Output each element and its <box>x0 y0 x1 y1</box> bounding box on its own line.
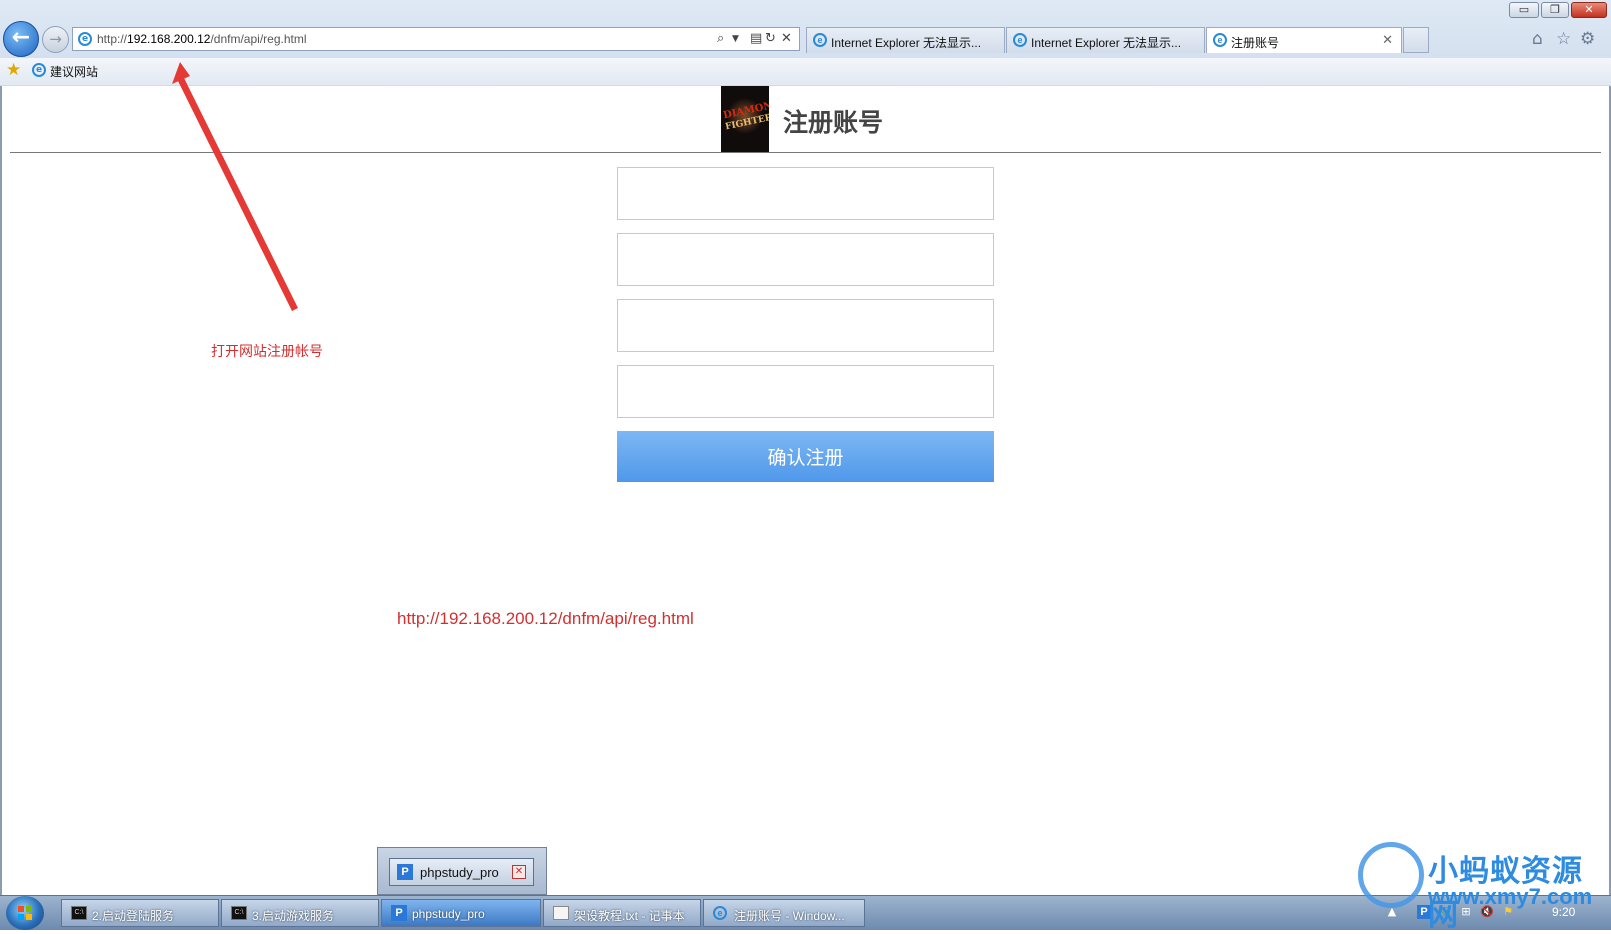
watermark-url: www.xmy7.com <box>1428 884 1593 909</box>
taskbar-thumbnail-popup[interactable]: P phpstudy_pro ✕ <box>377 847 547 895</box>
minimize-button[interactable]: ▭ <box>1509 2 1539 18</box>
phpstudy-icon: P <box>391 905 407 921</box>
forward-arrow-icon: → <box>49 30 62 48</box>
close-window-button[interactable]: ✕ <box>1571 2 1607 18</box>
tab-label: 注册账号 <box>1231 36 1280 50</box>
suggested-sites-icon: e <box>32 63 46 77</box>
task-label: 3.启动游戏服务 <box>252 909 335 923</box>
title-bar: ▭ ❐ ✕ <box>0 0 1611 20</box>
taskbar-item-game-service[interactable]: C:\ 3.启动游戏服务 <box>221 899 379 927</box>
refresh-icon[interactable]: ↻ <box>765 31 776 46</box>
page-title: 注册账号 <box>783 108 884 137</box>
favorites-bar: ★ e 建议网站 <box>0 58 1611 85</box>
cmd-icon: C:\ <box>231 906 247 920</box>
windows-logo-icon <box>18 906 32 920</box>
extra-field[interactable] <box>617 365 994 418</box>
address-bar[interactable]: e http://192.168.200.12/dnfm/api/reg.htm… <box>72 27 800 51</box>
compatibility-view-icon[interactable]: ▤ <box>750 31 762 46</box>
suggested-sites-link[interactable]: 建议网站 <box>50 63 98 80</box>
task-label: 注册账号 - Window... <box>734 909 845 923</box>
home-icon[interactable]: ⌂ <box>1532 29 1543 49</box>
tab-ie-error-2[interactable]: e Internet Explorer 无法显示... <box>1006 27 1205 53</box>
ie-page-icon: e <box>78 32 92 46</box>
add-favorites-icon[interactable]: ★ <box>6 60 21 80</box>
url-prefix: http:// <box>97 32 128 46</box>
username-field[interactable] <box>617 167 994 220</box>
stop-icon[interactable]: ✕ <box>781 31 792 46</box>
ie-tab-icon: e <box>813 33 827 47</box>
confirm-register-button[interactable]: 确认注册 <box>617 431 994 482</box>
confirm-password-field[interactable] <box>617 299 994 352</box>
address-url[interactable]: http://192.168.200.12/dnfm/api/reg.html <box>97 32 307 46</box>
tab-ie-error-1[interactable]: e Internet Explorer 无法显示... <box>806 27 1005 53</box>
ie-icon: e <box>713 906 727 920</box>
dropdown-chevron-icon[interactable]: ▼ <box>732 34 739 44</box>
watermark-logo <box>1358 842 1424 908</box>
start-button[interactable] <box>6 896 44 930</box>
taskbar-item-login-service[interactable]: C:\ 2.启动登陆服务 <box>61 899 219 927</box>
notepad-icon <box>553 906 569 920</box>
gear-icon[interactable]: ⚙ <box>1580 29 1595 49</box>
annotation-note: 打开网站注册帐号 <box>211 344 323 360</box>
task-label: 架设教程.txt - 记事本 <box>574 909 685 923</box>
thumbnail-item[interactable]: P phpstudy_pro ✕ <box>389 858 534 886</box>
url-path: /dnfm/api/reg.html <box>210 32 307 46</box>
taskbar-item-ie-register[interactable]: e 注册账号 - Window... <box>703 899 865 927</box>
phpstudy-icon: P <box>397 864 413 880</box>
tab-close-icon[interactable]: ✕ <box>1382 32 1393 48</box>
back-button[interactable]: ← <box>3 21 39 57</box>
thumbnail-close-icon[interactable]: ✕ <box>512 865 526 879</box>
ie-tab-icon: e <box>1013 33 1027 47</box>
url-host: 192.168.200.12 <box>127 32 211 46</box>
ie-tab-icon: e <box>1213 33 1227 47</box>
game-logo: DIAMOND FIGHTER <box>721 86 769 152</box>
favorites-star-icon[interactable]: ☆ <box>1556 29 1571 49</box>
password-field[interactable] <box>617 233 994 286</box>
task-label: 2.启动登陆服务 <box>92 909 175 923</box>
thumbnail-label: phpstudy_pro <box>420 865 499 880</box>
taskbar-item-phpstudy[interactable]: P phpstudy_pro <box>381 899 541 927</box>
forward-button[interactable]: → <box>42 26 69 53</box>
search-icon[interactable]: ⌕ <box>717 31 724 46</box>
restore-button[interactable]: ❐ <box>1541 2 1569 18</box>
browser-chrome: ▭ ❐ ✕ ← → e http://192.168.200.12/dnfm/a… <box>0 0 1611 87</box>
back-arrow-icon: ← <box>11 25 31 50</box>
new-tab-button[interactable] <box>1403 27 1429 53</box>
taskbar-item-notepad[interactable]: 架设教程.txt - 记事本 <box>543 899 701 927</box>
header-divider <box>10 152 1601 153</box>
tab-register[interactable]: e 注册账号 ✕ <box>1206 27 1402 53</box>
tab-label: Internet Explorer 无法显示... <box>1031 36 1182 50</box>
task-label: phpstudy_pro <box>412 907 485 921</box>
tab-label: Internet Explorer 无法显示... <box>831 36 982 50</box>
page-content: DIAMOND FIGHTER 注册账号 确认注册 打开网站注册帐号 http:… <box>0 86 1611 895</box>
annotation-url: http://192.168.200.12/dnfm/api/reg.html <box>397 609 694 628</box>
cmd-icon: C:\ <box>71 906 87 920</box>
